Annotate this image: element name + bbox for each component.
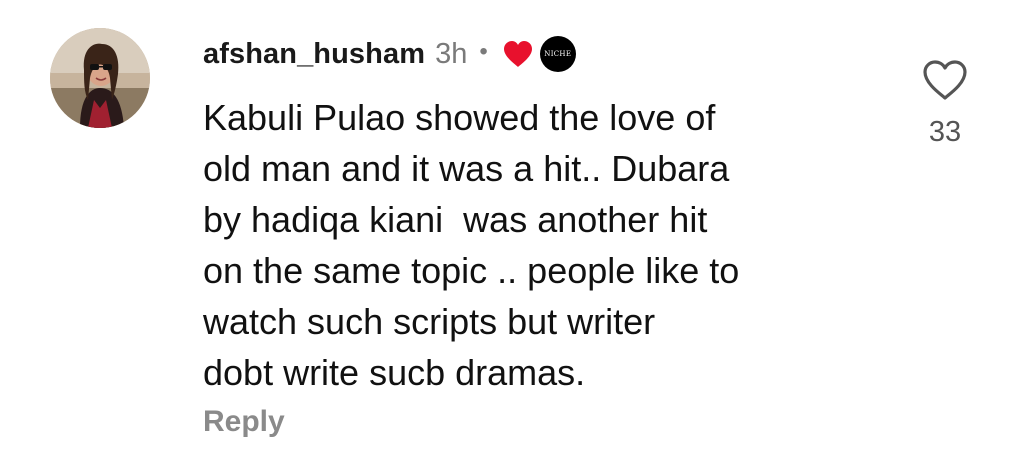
like-control: 33 (916, 58, 974, 149)
separator-dot: • (479, 38, 488, 65)
avatar[interactable] (50, 28, 150, 128)
timestamp: 3h (435, 37, 468, 70)
comment-text-line: Kabuli Pulao showed the love of (203, 97, 716, 138)
comment-text-line: by hadiqa kiani was another hit (203, 199, 708, 240)
username-link[interactable]: afshan_husham (203, 38, 425, 71)
comment-header: afshan_husham 3h • NICHE (203, 32, 576, 76)
heart-outline-icon[interactable] (921, 58, 969, 102)
reply-button[interactable]: Reply (203, 405, 285, 439)
heart-filled-icon (502, 39, 534, 69)
avatar-image (50, 28, 150, 128)
comment-text-line: old man and it was a hit.. Dubara (203, 148, 730, 189)
creator-avatar: NICHE (539, 36, 576, 72)
comment-text-line: dobt write sucb dramas. (203, 352, 586, 393)
comment-text-line: watch such scripts but writer (203, 301, 656, 342)
comment-text: Kabuli Pulao showed the love of old man … (203, 92, 883, 398)
comment-item: afshan_husham 3h • NICHE Kabuli Pulao sh… (0, 0, 1024, 466)
like-count: 33 (928, 116, 962, 148)
comment-text-line: on the same topic .. people like to (203, 250, 740, 291)
